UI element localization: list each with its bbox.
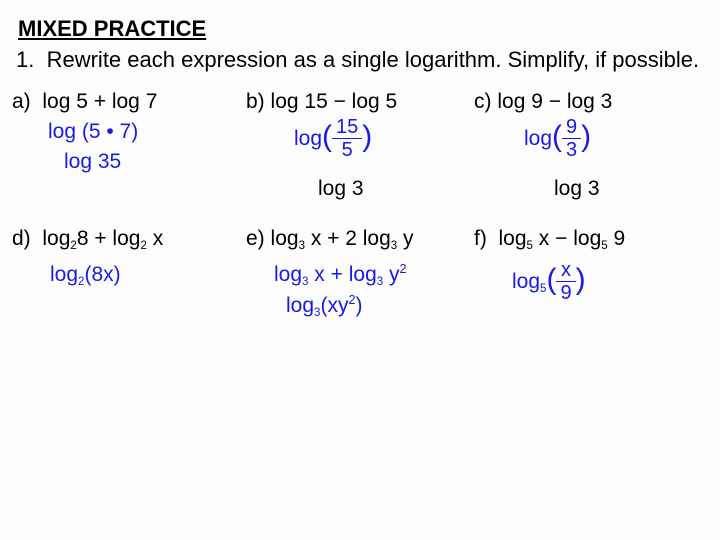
left-paren-icon: ( — [322, 120, 332, 153]
problem-d-label: d) — [12, 227, 31, 250]
instruction-text: Rewrite each expression as a single loga… — [47, 47, 700, 72]
problem-a-label: a) — [12, 90, 31, 113]
problem-e-label: e) — [246, 227, 265, 250]
fraction: 93 — [562, 117, 581, 160]
problem-e-step1: log3 x + log3 y2 — [246, 261, 472, 291]
fraction-numerator: x — [556, 260, 575, 282]
problem-b: b) log 15 − log 5 log(155) log 3 — [232, 88, 472, 204]
fraction-numerator: 15 — [332, 117, 362, 139]
instruction: 1. Rewrite each expression as a single l… — [16, 46, 708, 74]
instruction-number: 1. — [16, 47, 34, 72]
fraction: x9 — [556, 260, 575, 303]
problem-f-expression: log5 x − log5 9 — [499, 227, 626, 250]
right-paren-icon: ) — [576, 263, 586, 296]
fraction-numerator: 9 — [562, 117, 581, 139]
problem-b-expression: log 15 − log 5 — [271, 90, 398, 113]
left-paren-icon: ( — [552, 120, 562, 153]
problem-d-answer: log2(8x) — [12, 261, 232, 291]
problem-e-answer: log3(xy2) — [246, 292, 472, 322]
problem-c-result: log 3 — [474, 175, 712, 203]
fraction-denominator: 3 — [562, 139, 581, 160]
problem-c-expression: log 9 − log 3 — [497, 90, 612, 113]
problem-a-step1: log (5 • 7) — [12, 118, 232, 146]
problem-c: c) log 9 − log 3 log(93) log 3 — [472, 88, 712, 204]
log-text: log — [294, 127, 322, 150]
problem-c-label: c) — [474, 90, 492, 113]
right-paren-icon: ) — [581, 120, 591, 153]
problem-f-label: f) — [474, 227, 487, 250]
problem-row-1: a) log 5 + log 7 log (5 • 7) log 35 b) l… — [12, 88, 708, 204]
problem-e-expression: log3 x + 2 log3 y — [271, 227, 414, 250]
right-paren-icon: ) — [362, 120, 372, 153]
problem-f-answer: log5(x9) — [474, 261, 712, 304]
worksheet-page: MIXED PRACTICE 1. Rewrite each expressio… — [0, 0, 720, 332]
problem-e: e) log3 x + 2 log3 y log3 x + log3 y2 lo… — [232, 225, 472, 322]
problem-b-result: log 3 — [246, 175, 472, 203]
problem-b-step1: log(155) — [246, 118, 472, 161]
fraction: 155 — [332, 117, 362, 160]
fraction-denominator: 5 — [332, 139, 362, 160]
problem-d: d) log28 + log2 x log2(8x) — [12, 225, 232, 322]
problem-row-2: d) log28 + log2 x log2(8x) e) log3 x + 2… — [12, 225, 708, 322]
problem-a-step2: log 35 — [12, 148, 232, 176]
problem-b-label: b) — [246, 90, 265, 113]
problem-a: a) log 5 + log 7 log (5 • 7) log 35 — [12, 88, 232, 204]
page-title: MIXED PRACTICE — [18, 16, 708, 42]
problem-c-step1: log(93) — [474, 118, 712, 161]
fraction-denominator: 9 — [556, 282, 575, 303]
log-text: log — [524, 127, 552, 150]
problem-d-expression: log28 + log2 x — [42, 227, 163, 250]
left-paren-icon: ( — [546, 263, 556, 296]
problem-a-expression: log 5 + log 7 — [42, 90, 157, 113]
problem-f: f) log5 x − log5 9 log5(x9) — [472, 225, 712, 322]
